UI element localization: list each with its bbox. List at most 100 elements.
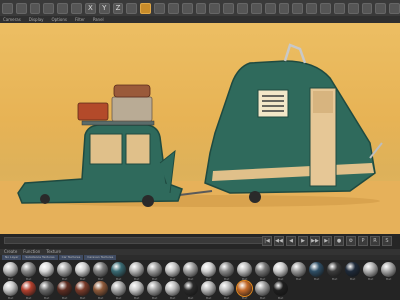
light-icon[interactable] (292, 2, 304, 14)
axis-icon[interactable] (333, 2, 345, 14)
material-swatch[interactable]: Mat (74, 281, 91, 300)
material-label: Mat (97, 296, 104, 300)
subdivide-icon[interactable] (209, 2, 221, 14)
playback-button-0[interactable]: |◀ (262, 236, 272, 246)
material-swatch[interactable]: Mat (218, 281, 235, 300)
z-axis-button[interactable]: Z (112, 2, 124, 14)
select-icon[interactable] (29, 2, 41, 14)
grid-icon[interactable] (361, 2, 373, 14)
scale-icon[interactable] (57, 2, 69, 14)
material-swatch[interactable]: Mat (182, 262, 199, 281)
material-swatch[interactable]: Mat (146, 262, 163, 281)
material-swatch[interactable]: Mat (92, 281, 109, 300)
material-swatch[interactable]: Mat (200, 281, 217, 300)
floor-icon[interactable] (264, 2, 276, 14)
material-swatch[interactable]: Mat (128, 281, 145, 300)
suitcase-red (77, 102, 109, 121)
material-swatch[interactable]: Mat (110, 281, 127, 300)
menu-item-panel[interactable]: Panel (93, 16, 104, 23)
suitcase-beige (111, 96, 153, 122)
viewport[interactable] (0, 23, 400, 237)
playback-button-7[interactable]: ⚙ (346, 236, 356, 246)
material-swatch[interactable]: Mat (290, 262, 307, 281)
material-swatch[interactable]: Mat (20, 281, 37, 300)
material-swatch[interactable]: Mat (236, 262, 253, 281)
main-toolbar: XYZ (0, 0, 400, 16)
deformer-icon[interactable] (250, 2, 262, 14)
material-swatch[interactable]: Mat (272, 281, 289, 300)
snap-icon[interactable] (320, 2, 331, 14)
menu-item-options[interactable]: Options (52, 16, 67, 23)
material-swatch[interactable]: Mat (164, 262, 181, 281)
material-preview (165, 262, 180, 277)
playback-button-10[interactable]: S (382, 236, 392, 246)
cube-icon[interactable] (181, 2, 193, 14)
render-icon[interactable] (140, 2, 152, 14)
y-axis-button[interactable]: Y (98, 2, 110, 14)
array-icon[interactable] (223, 2, 235, 14)
material-swatch[interactable]: Mat (326, 262, 343, 281)
material-swatch[interactable]: Mat (110, 262, 127, 281)
material-preview (363, 262, 378, 277)
material-swatch[interactable]: Mat (74, 262, 91, 281)
playback-button-5[interactable]: ▶| (322, 236, 332, 246)
pen-icon[interactable] (195, 2, 207, 14)
render-view-icon[interactable] (154, 2, 165, 14)
material-swatch[interactable]: Mat (20, 262, 37, 281)
material-swatch[interactable]: Mat (128, 262, 145, 281)
world-icon[interactable] (126, 2, 138, 14)
rotate-icon[interactable] (71, 2, 82, 14)
material-preview (201, 281, 216, 296)
menu-item-display[interactable]: Display (29, 16, 44, 23)
material-preview (57, 281, 72, 296)
material-swatch[interactable]: Mat (38, 281, 55, 300)
material-swatch[interactable]: Mat (236, 281, 253, 300)
x-axis-button[interactable]: X (84, 2, 96, 14)
redo-icon[interactable] (15, 2, 27, 14)
material-label: Mat (79, 296, 86, 300)
stereo-icon[interactable] (375, 2, 387, 14)
material-swatch[interactable]: Mat (182, 281, 199, 300)
material-label: Mat (133, 296, 140, 300)
menu-item-cameras[interactable]: Cameras (3, 16, 21, 23)
material-swatch[interactable]: Mat (56, 281, 73, 300)
material-swatch[interactable]: Mat (38, 262, 55, 281)
render-settings-icon[interactable] (167, 2, 179, 14)
material-swatch[interactable]: Mat (254, 262, 271, 281)
playback-button-4[interactable]: ▶▶ (310, 236, 320, 246)
material-label: Mat (151, 296, 158, 300)
menu-item-filter[interactable]: Filter (75, 16, 85, 23)
material-swatch[interactable]: Mat (308, 262, 325, 281)
timeline-scrubber[interactable] (4, 237, 264, 244)
material-swatch[interactable]: Mat (362, 262, 379, 281)
material-swatch[interactable]: Mat (146, 281, 163, 300)
material-swatch[interactable]: Mat (254, 281, 271, 300)
material-swatch[interactable]: Mat (218, 262, 235, 281)
material-swatch[interactable]: Mat (380, 262, 397, 281)
playback-button-9[interactable]: R (370, 236, 380, 246)
material-swatch[interactable]: Mat (272, 262, 289, 281)
tag-icon[interactable] (306, 2, 318, 14)
material-swatch[interactable]: Mat (344, 262, 361, 281)
playback-button-8[interactable]: P (358, 236, 368, 246)
material-swatch[interactable]: Mat (164, 281, 181, 300)
playback-button-1[interactable]: ◀◀ (274, 236, 284, 246)
material-swatch[interactable]: Mat (2, 262, 19, 281)
layout-icon[interactable] (389, 2, 400, 14)
car-window-rear (125, 133, 151, 165)
playback-button-2[interactable]: ◀ (286, 236, 296, 246)
material-swatch[interactable]: Mat (2, 281, 19, 300)
camera-icon[interactable] (278, 2, 290, 14)
workplane-icon[interactable] (347, 2, 359, 14)
material-grid: Mat Mat Mat Mat Mat Mat Mat Mat Mat Mat Mat Mat Mat M… (0, 260, 400, 300)
material-swatch[interactable]: Mat (92, 262, 109, 281)
undo-icon[interactable] (2, 2, 13, 14)
material-preview (255, 262, 270, 277)
move-icon[interactable] (43, 2, 55, 14)
material-swatch[interactable]: Mat (56, 262, 73, 281)
material-preview (21, 281, 36, 296)
material-swatch[interactable]: Mat (200, 262, 217, 281)
playback-button-6[interactable]: ● (334, 236, 344, 246)
playback-button-3[interactable]: ▶ (298, 236, 308, 246)
cloner-icon[interactable] (237, 2, 248, 14)
